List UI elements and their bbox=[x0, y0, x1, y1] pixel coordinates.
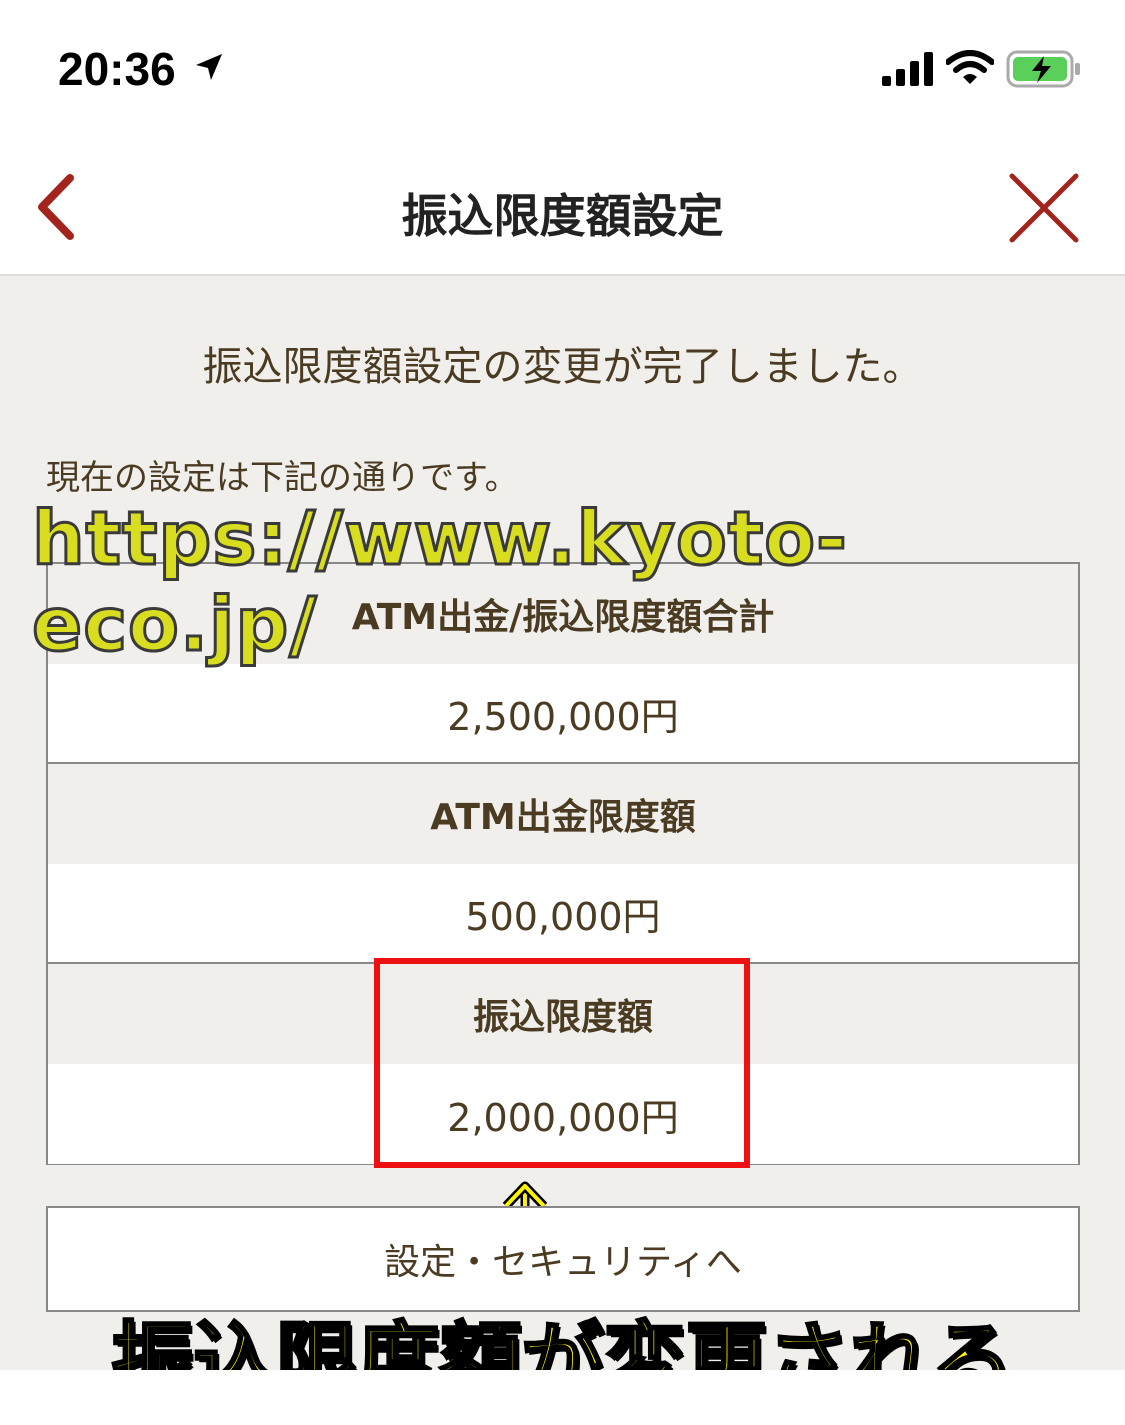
battery-charging-icon bbox=[1006, 50, 1082, 92]
close-icon bbox=[1009, 173, 1079, 243]
location-arrow-icon bbox=[194, 52, 224, 86]
limit-value-atm: 500,000円 bbox=[48, 864, 1078, 964]
limit-label-atm: ATM出金限度額 bbox=[48, 764, 1078, 864]
completion-message: 振込限度額設定の変更が完了しました。 bbox=[202, 344, 923, 390]
current-settings-note: 現在の設定は下記の通りです。 bbox=[46, 458, 519, 498]
cellular-signal-icon bbox=[882, 52, 936, 90]
status-time: 20:36 bbox=[58, 43, 176, 95]
limit-value-total: 2,500,000円 bbox=[48, 664, 1078, 764]
page-title: 振込限度額設定 bbox=[401, 189, 724, 243]
watermark-url: https://www.kyoto-eco.jp/ bbox=[31, 495, 849, 670]
nav-bar: 振込限度額設定 bbox=[0, 140, 1125, 276]
wifi-icon bbox=[945, 50, 995, 90]
bottom-band bbox=[0, 1370, 1125, 1425]
highlight-box bbox=[374, 958, 750, 1168]
close-button[interactable] bbox=[1004, 168, 1084, 248]
status-bar: 20:36 bbox=[0, 0, 1125, 140]
